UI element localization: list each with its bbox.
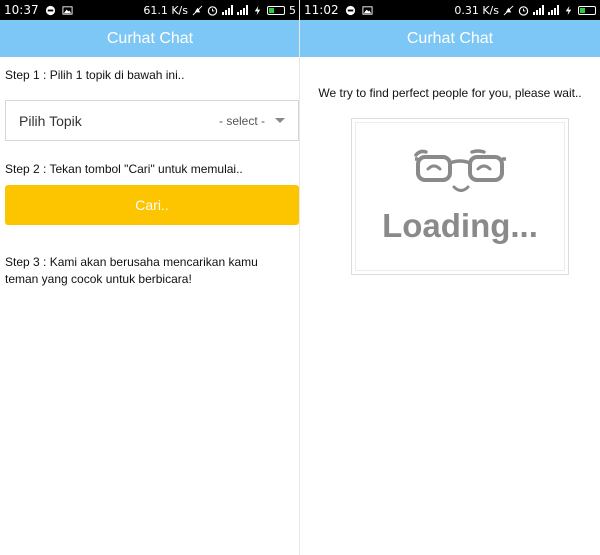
topic-selection-screen: 10:37 61.1 K/s 5 Curhat Chat Step 1 : Pi…	[0, 0, 300, 555]
status-bar: 10:37 61.1 K/s 5	[0, 0, 300, 20]
charging-icon	[254, 5, 261, 15]
topic-select-label: Pilih Topik	[19, 112, 82, 129]
alarm-icon	[518, 5, 529, 16]
app-title: Curhat Chat	[406, 29, 494, 47]
topic-select-value: - select -	[218, 113, 265, 128]
topic-select[interactable]: Pilih Topik - select -	[5, 100, 299, 141]
signal-icon-2	[237, 5, 248, 15]
alarm-icon	[207, 5, 218, 16]
signal-icon-2	[548, 5, 559, 15]
signal-icon	[533, 5, 544, 15]
loading-card: Loading...	[351, 118, 569, 275]
step-1-text: Step 1 : Pilih 1 topik di bawah ini..	[5, 68, 185, 82]
app-title: Curhat Chat	[106, 29, 194, 47]
battery-level: 5	[289, 3, 296, 17]
app-bar: Curhat Chat	[300, 20, 600, 57]
mute-icon	[503, 5, 514, 15]
network-speed: 0.31 K/s	[454, 3, 499, 17]
status-bar: 11:02 0.31 K/s	[300, 0, 600, 20]
wait-message: We try to find perfect people for you, p…	[318, 86, 582, 100]
network-speed: 61.1 K/s	[143, 3, 188, 17]
dropdown-arrow-icon	[275, 118, 285, 123]
status-time: 10:37	[4, 3, 39, 17]
glasses-face-icon	[414, 149, 506, 192]
status-time: 11:02	[304, 3, 339, 17]
loading-text: Loading...	[382, 207, 538, 244]
search-button[interactable]: Cari..	[5, 185, 299, 225]
minus-circle-icon	[345, 5, 355, 15]
battery-icon	[578, 5, 596, 15]
signal-icon	[222, 5, 233, 15]
charging-icon	[565, 5, 572, 15]
battery-icon	[267, 5, 285, 15]
step-3-text: Step 3 : Kami akan berusaha mencarikan k…	[5, 255, 258, 286]
app-bar: Curhat Chat	[0, 20, 300, 57]
step-2-text: Step 2 : Tekan tombol "Cari" untuk memul…	[5, 162, 243, 176]
minus-circle-icon	[45, 5, 55, 15]
image-icon	[362, 5, 373, 15]
loading-screen: 11:02 0.31 K/s Curhat Chat We try to fin…	[300, 0, 600, 555]
mute-icon	[192, 5, 203, 15]
image-icon	[62, 5, 73, 15]
